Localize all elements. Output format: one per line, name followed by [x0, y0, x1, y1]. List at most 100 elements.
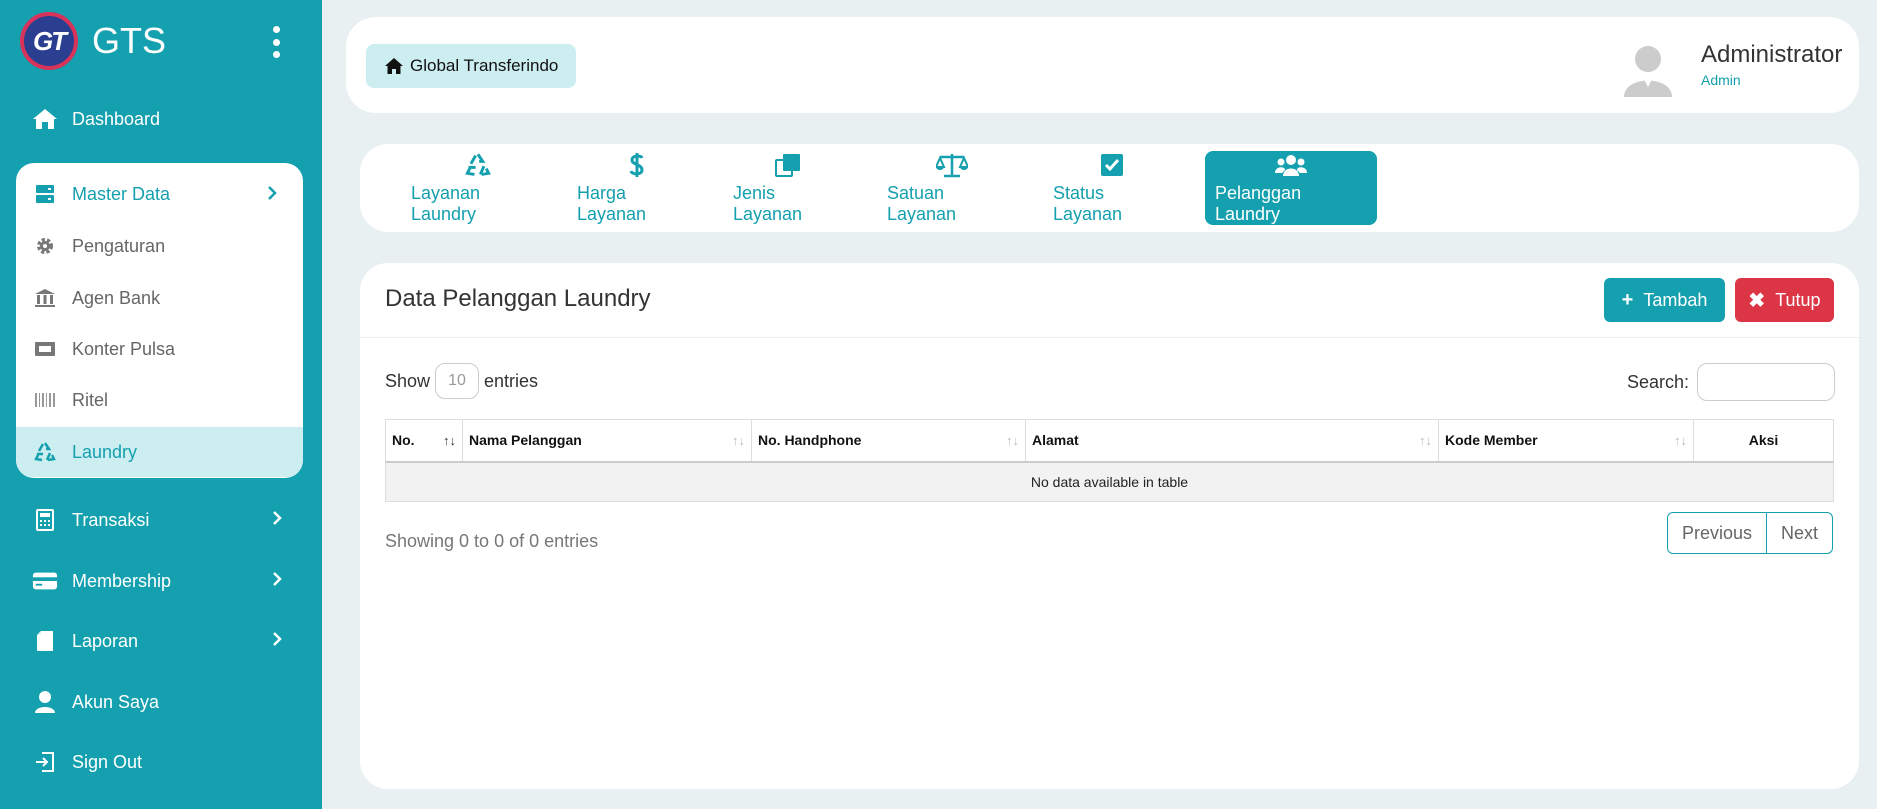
plus-icon: +: [1621, 288, 1634, 311]
column-label: Aksi: [1748, 432, 1779, 449]
sidebar-item-label: Master Data: [72, 183, 171, 204]
column-header-alamat[interactable]: Alamat ↑↓: [1025, 419, 1439, 463]
sidebar-item-label: Pengaturan: [72, 235, 166, 256]
sidebar-item-membership[interactable]: Membership: [32, 565, 282, 597]
clone-icon: [775, 151, 801, 179]
table-info: Showing 0 to 0 of 0 entries: [385, 531, 599, 551]
pagination: Previous Next: [1667, 512, 1834, 554]
sidebar: GT GTS Dashboard Master Data Pengaturan: [0, 0, 322, 809]
credit-card-icon: [32, 568, 58, 594]
home-breadcrumb-button[interactable]: Global Transferindo: [366, 44, 577, 88]
tab-pelanggan-laundry[interactable]: Pelanggan Laundry: [1205, 151, 1377, 225]
sidebar-item-label: Sign Out: [72, 751, 143, 772]
sidebar-item-dashboard[interactable]: Dashboard: [32, 103, 282, 135]
chevron-right-icon: [272, 571, 282, 592]
brand-name: GTS: [92, 20, 167, 61]
tab-label: Pelanggan Laundry: [1215, 183, 1302, 224]
add-button[interactable]: + Tambah: [1604, 278, 1725, 322]
previous-button[interactable]: Previous: [1668, 513, 1766, 553]
sidebar-item-ritel[interactable]: Ritel: [16, 375, 303, 425]
sort-asc-icon: ↑↓: [443, 433, 456, 448]
search-input[interactable]: [1697, 363, 1836, 401]
tab-label: Harga Layanan: [577, 183, 647, 224]
show-label: Show: [385, 370, 431, 391]
table-row: No data available in table: [385, 461, 1834, 502]
data-card: Data Pelanggan Laundry + Tambah ✖ Tutup …: [360, 263, 1859, 789]
home-icon: [385, 58, 403, 74]
sidebar-item-sign-out[interactable]: Sign Out: [32, 746, 282, 778]
recycle-icon: [32, 439, 58, 465]
sort-icon: ↑↓: [1006, 433, 1019, 448]
sidebar-item-label: Laundry: [72, 441, 138, 462]
sidebar-item-agen-bank[interactable]: Agen Bank: [16, 273, 303, 323]
sidebar-item-konter-pulsa[interactable]: Konter Pulsa: [16, 324, 303, 374]
column-header-nama-pelanggan[interactable]: Nama Pelanggan ↑↓: [462, 419, 752, 463]
entries-select[interactable]: 10: [435, 363, 480, 399]
avatar[interactable]: [1618, 37, 1678, 97]
close-button-label: Tutup: [1775, 289, 1821, 310]
column-header-kode-member[interactable]: Kode Member ↑↓: [1438, 419, 1694, 463]
tab-label: Status Layanan: [1053, 183, 1123, 224]
sidebar-item-master-data[interactable]: Master Data: [16, 169, 303, 219]
sign-out-icon: [32, 749, 58, 775]
table-header-row: No. ↑↓ Nama Pelanggan ↑↓ No. Handphone ↑↓ A…: [385, 419, 1834, 463]
tab-status-layanan[interactable]: Status Layanan: [1043, 151, 1181, 225]
sidebar-item-akun-saya[interactable]: Akun Saya: [32, 686, 282, 718]
top-header: Global Transferindo Administrator Admin: [346, 17, 1859, 113]
recycle-icon: [465, 151, 491, 179]
barcode-icon: [32, 387, 58, 413]
brand-logo: GT: [20, 12, 78, 70]
tab-harga-layanan[interactable]: Harga Layanan: [567, 151, 707, 225]
master-data-submenu: Master Data Pengaturan Agen Bank Konter …: [16, 163, 303, 478]
check-square-icon: [1100, 151, 1124, 179]
sort-icon: ↑↓: [1674, 433, 1687, 448]
tab-layanan-laundry[interactable]: Layanan Laundry: [401, 151, 555, 225]
column-header-no-handphone[interactable]: No. Handphone ↑↓: [751, 419, 1026, 463]
tab-label: Jenis Layanan: [733, 183, 803, 224]
entries-label: entries: [484, 370, 539, 391]
sidebar-item-label: Akun Saya: [72, 691, 160, 712]
customer-table: No. ↑↓ Nama Pelanggan ↑↓ No. Handphone ↑↓ A…: [385, 419, 1834, 502]
entries-length-control: Show 10 entries: [385, 363, 538, 399]
column-label: Kode Member: [1445, 432, 1538, 449]
tab-satuan-layanan[interactable]: Satuan Layanan: [877, 151, 1027, 225]
calculator-icon: [32, 507, 58, 533]
sidebar-item-laporan[interactable]: Laporan: [32, 625, 282, 657]
ticket-icon: [32, 336, 58, 362]
column-header-no[interactable]: No. ↑↓: [385, 419, 463, 463]
brand[interactable]: GT GTS: [20, 12, 300, 70]
home-label: Global Transferindo: [410, 56, 559, 75]
tab-label: Layanan Laundry: [411, 183, 481, 224]
column-header-aksi: Aksi: [1693, 419, 1834, 463]
divider: [360, 337, 1859, 338]
sidebar-item-label: Laporan: [72, 630, 139, 651]
tab-jenis-layanan[interactable]: Jenis Layanan: [723, 151, 853, 225]
book-icon: [32, 628, 58, 654]
user-icon: [32, 689, 58, 715]
column-label: Alamat: [1032, 432, 1079, 449]
sidebar-item-pengaturan[interactable]: Pengaturan: [16, 221, 303, 271]
sidebar-item-laundry[interactable]: Laundry: [16, 427, 303, 477]
column-label: Nama Pelanggan: [469, 432, 582, 449]
next-button[interactable]: Next: [1766, 513, 1832, 553]
sidebar-item-transaksi[interactable]: Transaksi: [32, 504, 282, 536]
gear-icon: [32, 233, 58, 259]
empty-table-message: No data available in table: [385, 461, 1834, 502]
page-title: Data Pelanggan Laundry: [385, 285, 651, 312]
sidebar-item-label: Ritel: [72, 389, 109, 410]
service-tabs: Layanan Laundry Harga Layanan Jenis Laya…: [360, 144, 1859, 232]
add-button-label: Tambah: [1643, 289, 1708, 310]
close-button[interactable]: ✖ Tutup: [1735, 278, 1834, 322]
sort-icon: ↑↓: [732, 433, 745, 448]
close-icon: ✖: [1748, 289, 1766, 312]
search-label: Search:: [1627, 371, 1690, 392]
kebab-menu-icon[interactable]: [272, 26, 280, 58]
bank-icon: [32, 285, 58, 311]
balance-scale-icon: [936, 151, 968, 179]
server-icon: [32, 181, 58, 207]
user-name: Administrator: [1701, 41, 1843, 68]
chevron-right-icon: [272, 510, 282, 531]
sidebar-item-label: Konter Pulsa: [72, 338, 176, 359]
chevron-right-icon: [272, 631, 282, 652]
chevron-right-icon: [267, 185, 277, 206]
